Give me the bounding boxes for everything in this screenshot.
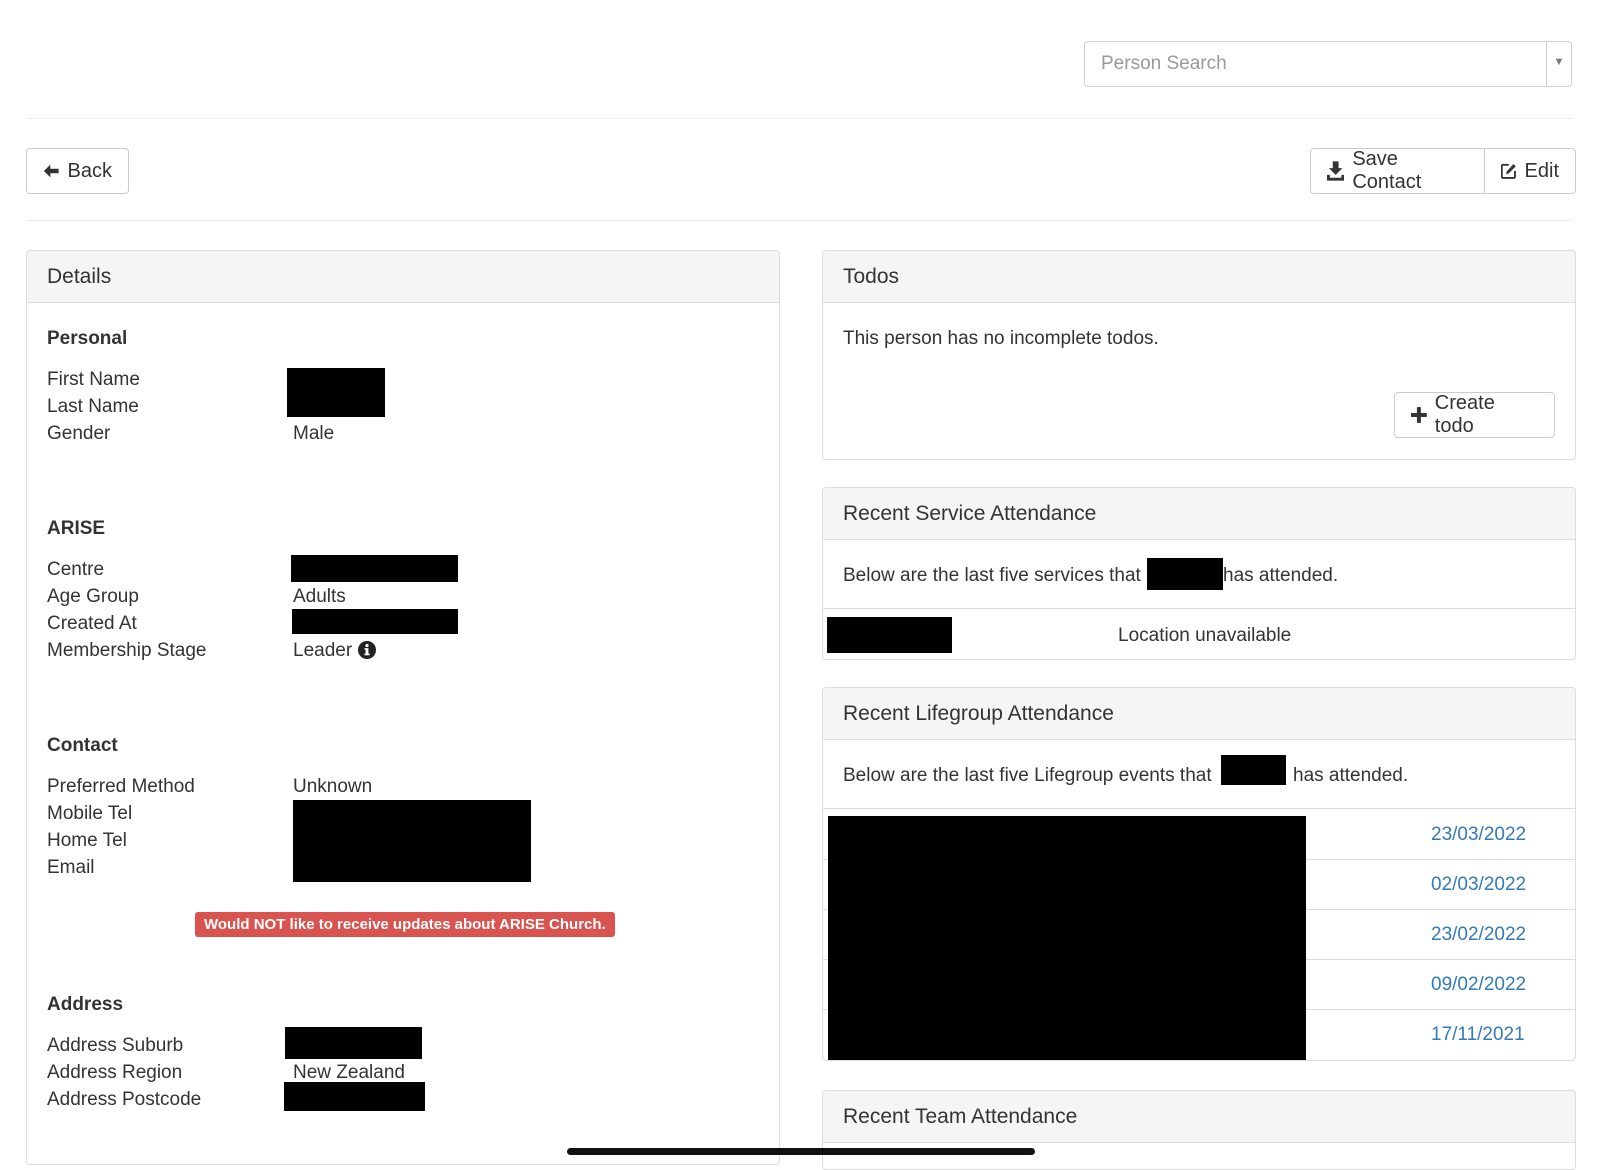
redacted-contact-details xyxy=(293,800,531,882)
download-icon xyxy=(1327,161,1345,181)
preferred-method-value: Unknown xyxy=(293,776,373,797)
lifegroup-attendance-panel: Recent Lifegroup Attendance Below are th… xyxy=(822,687,1576,1061)
service-attendance-panel: Recent Service Attendance Below are the … xyxy=(822,487,1576,660)
caret-down-icon[interactable]: ▼ xyxy=(1546,42,1571,86)
created-at-label: Created At xyxy=(47,613,137,634)
redacted-person-name xyxy=(1221,755,1286,785)
lifegroup-date-link[interactable]: 02/03/2022 xyxy=(1431,874,1526,896)
gender-value: Male xyxy=(293,423,335,444)
divider xyxy=(26,220,1572,221)
lifegroup-attendance-title: Recent Lifegroup Attendance xyxy=(823,688,1575,740)
service-intro-before: Below are the last five services that xyxy=(843,565,1141,586)
person-search-input[interactable] xyxy=(1085,42,1536,86)
age-group-value: Adults xyxy=(293,586,346,607)
home-indicator[interactable] xyxy=(567,1148,1035,1155)
lifegroup-date-link[interactable]: 23/02/2022 xyxy=(1431,924,1526,946)
edit-icon xyxy=(1501,163,1516,179)
info-circle-icon[interactable] xyxy=(357,640,377,660)
home-tel-label: Home Tel xyxy=(47,830,127,851)
row-divider xyxy=(823,608,1575,609)
divider xyxy=(26,118,1572,119)
address-postcode-label: Address Postcode xyxy=(47,1089,202,1110)
todos-title: Todos xyxy=(823,251,1575,303)
plus-icon xyxy=(1411,407,1427,423)
todos-panel: Todos This person has no incomplete todo… xyxy=(822,250,1576,460)
service-attendance-title: Recent Service Attendance xyxy=(823,488,1575,540)
redacted-service-name xyxy=(827,617,952,653)
first-name-label: First Name xyxy=(47,369,140,390)
personal-heading: Personal xyxy=(47,328,128,349)
edit-button[interactable]: Edit xyxy=(1484,148,1576,194)
create-todo-label: Create todo xyxy=(1434,392,1495,437)
redacted-suburb xyxy=(285,1027,422,1059)
age-group-label: Age Group xyxy=(47,586,139,607)
updates-opt-out-badge: Would NOT like to receive updates about … xyxy=(195,912,615,937)
address-region-label: Address Region xyxy=(47,1062,183,1083)
back-button-label: Back xyxy=(67,159,112,182)
last-name-label: Last Name xyxy=(47,396,139,417)
team-attendance-panel: Recent Team Attendance xyxy=(822,1090,1576,1170)
back-button[interactable]: Back xyxy=(26,148,129,194)
row-divider xyxy=(823,808,1575,809)
mobile-tel-label: Mobile Tel xyxy=(47,803,133,824)
email-label: Email xyxy=(47,857,95,878)
redacted-person-name xyxy=(1147,558,1223,590)
details-title: Details xyxy=(27,251,779,303)
address-region-value: New Zealand xyxy=(293,1062,405,1083)
person-search[interactable]: ▼ xyxy=(1084,41,1572,87)
centre-label: Centre xyxy=(47,559,105,580)
lifegroup-intro-after: has attended. xyxy=(1293,765,1409,786)
lifegroup-intro-before: Below are the last five Lifegroup events… xyxy=(843,765,1212,786)
service-intro-after: has attended. xyxy=(1223,565,1339,586)
preferred-method-label: Preferred Method xyxy=(47,776,195,797)
service-location: Location unavailable xyxy=(1118,625,1292,646)
lifegroup-date-link[interactable]: 09/02/2022 xyxy=(1431,974,1526,996)
redacted-created-at xyxy=(292,609,458,634)
lifegroup-date-link[interactable]: 23/03/2022 xyxy=(1431,824,1526,846)
create-todo-button[interactable]: Create todo xyxy=(1394,392,1555,438)
redacted-lifegroup-names xyxy=(828,816,1306,1060)
arise-heading: ARISE xyxy=(47,518,106,539)
todos-empty-text: This person has no incomplete todos. xyxy=(843,328,1159,349)
redacted-name xyxy=(287,368,385,417)
save-contact-button[interactable]: Save Contact xyxy=(1310,148,1485,194)
team-attendance-title: Recent Team Attendance xyxy=(823,1091,1575,1143)
membership-stage-label: Membership Stage xyxy=(47,640,207,661)
save-contact-label: Save Contact xyxy=(1352,148,1422,193)
lifegroup-date-link[interactable]: 17/11/2021 xyxy=(1431,1024,1525,1046)
edit-label: Edit xyxy=(1524,159,1559,182)
contact-heading: Contact xyxy=(47,735,118,756)
membership-stage-value: Leader xyxy=(293,640,353,661)
address-heading: Address xyxy=(47,994,124,1015)
arrow-left-icon xyxy=(43,164,59,178)
details-panel: Details Personal First Name Last Name Ge… xyxy=(26,250,780,1165)
address-suburb-label: Address Suburb xyxy=(47,1035,184,1056)
redacted-centre xyxy=(291,555,458,582)
redacted-postcode xyxy=(284,1082,425,1111)
gender-label: Gender xyxy=(47,423,111,444)
